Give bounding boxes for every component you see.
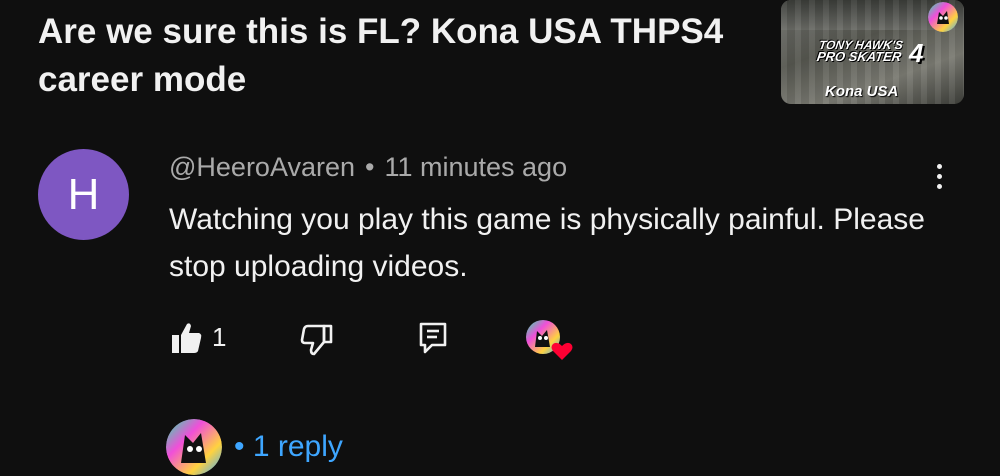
reply-comment-icon (419, 322, 447, 354)
reply-button[interactable] (418, 318, 450, 356)
creator-heart-badge (525, 319, 573, 363)
like-button[interactable] (170, 318, 250, 358)
like-count: 1 (212, 322, 227, 352)
replies-count: 1 reply (252, 430, 343, 463)
commenter-avatar[interactable]: H (38, 149, 129, 240)
video-title[interactable]: Are we sure this is FL? Kona USA THPS4 c… (38, 8, 758, 104)
dislike-button[interactable] (300, 318, 336, 358)
thumbnail-logo-line2: PRO SKATER (815, 49, 903, 64)
thumbs-up-icon (172, 323, 202, 353)
red-heart-icon (551, 342, 573, 360)
thumbnail-logo-number: 4 (909, 38, 924, 68)
more-vertical-icon[interactable] (926, 160, 952, 200)
thumbs-down-icon (300, 324, 333, 356)
thumbnail-channel-avatar (928, 2, 958, 32)
comment-text: Watching you play this game is physicall… (169, 203, 925, 283)
reply-avatar (166, 419, 222, 475)
replies-toggle[interactable]: • 1 reply (166, 418, 343, 476)
replies-bullet: • (234, 430, 245, 463)
comment-time: 11 minutes ago (384, 152, 568, 182)
video-thumbnail[interactable]: TONY HAWK'S PRO SKATER 4 Kona USA (781, 0, 964, 104)
thumbnail-caption: Kona USA (825, 83, 899, 100)
comment-meta: @HeeroAvaren • 11 minutes ago (169, 152, 567, 183)
meta-separator: • (365, 152, 375, 182)
comment-author[interactable]: @HeeroAvaren (169, 152, 355, 182)
replies-link[interactable]: • 1 reply (234, 430, 343, 464)
